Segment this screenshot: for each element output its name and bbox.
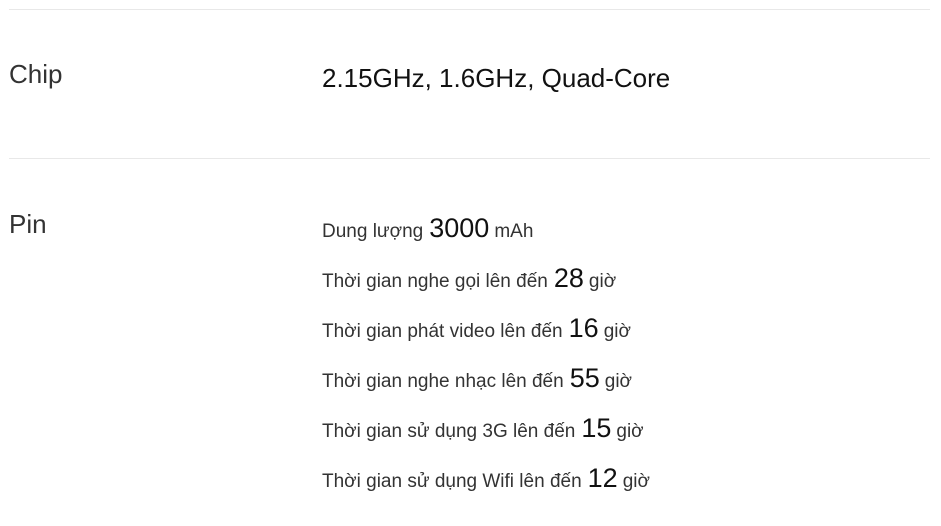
- line-value: 28: [553, 263, 584, 293]
- wifi-usage-line: Thời gian sử dụng Wifi lên đến 12 giờ: [322, 461, 650, 511]
- 3g-usage-line: Thời gian sử dụng 3G lên đến 15 giờ: [322, 411, 650, 461]
- line-suffix: giờ: [622, 471, 650, 492]
- chip-value: 2.15GHz, 1.6GHz, Quad-Core: [322, 63, 671, 93]
- chip-label: Chip: [9, 59, 63, 89]
- line-suffix: giờ: [604, 371, 632, 392]
- line-prefix: Dung lượng: [322, 221, 424, 242]
- music-playback-line: Thời gian nghe nhạc lên đến 55 giờ: [322, 361, 650, 411]
- line-prefix: Thời gian sử dụng 3G lên đến: [322, 421, 576, 442]
- line-value: 15: [581, 413, 612, 443]
- battery-spec-list: Dung lượng 3000 mAh Thời gian nghe gọi l…: [322, 211, 650, 511]
- line-value: 55: [569, 363, 600, 393]
- battery-capacity-line: Dung lượng 3000 mAh: [322, 211, 650, 261]
- talk-time-line: Thời gian nghe gọi lên đến 28 giờ: [322, 261, 650, 311]
- video-playback-line: Thời gian phát video lên đến 16 giờ: [322, 311, 650, 361]
- line-suffix: giờ: [616, 421, 644, 442]
- line-suffix: mAh: [494, 221, 534, 242]
- line-suffix: giờ: [603, 321, 631, 342]
- battery-label: Pin: [9, 209, 47, 239]
- line-prefix: Thời gian phát video lên đến: [322, 321, 563, 342]
- line-value: 12: [587, 463, 618, 493]
- line-prefix: Thời gian nghe nhạc lên đến: [322, 371, 564, 392]
- line-prefix: Thời gian sử dụng Wifi lên đến: [322, 471, 582, 492]
- line-value: 3000: [429, 213, 490, 243]
- line-prefix: Thời gian nghe gọi lên đến: [322, 271, 548, 292]
- top-divider: [9, 9, 930, 10]
- line-value: 16: [568, 313, 599, 343]
- section-divider: [9, 158, 930, 159]
- line-suffix: giờ: [588, 271, 617, 292]
